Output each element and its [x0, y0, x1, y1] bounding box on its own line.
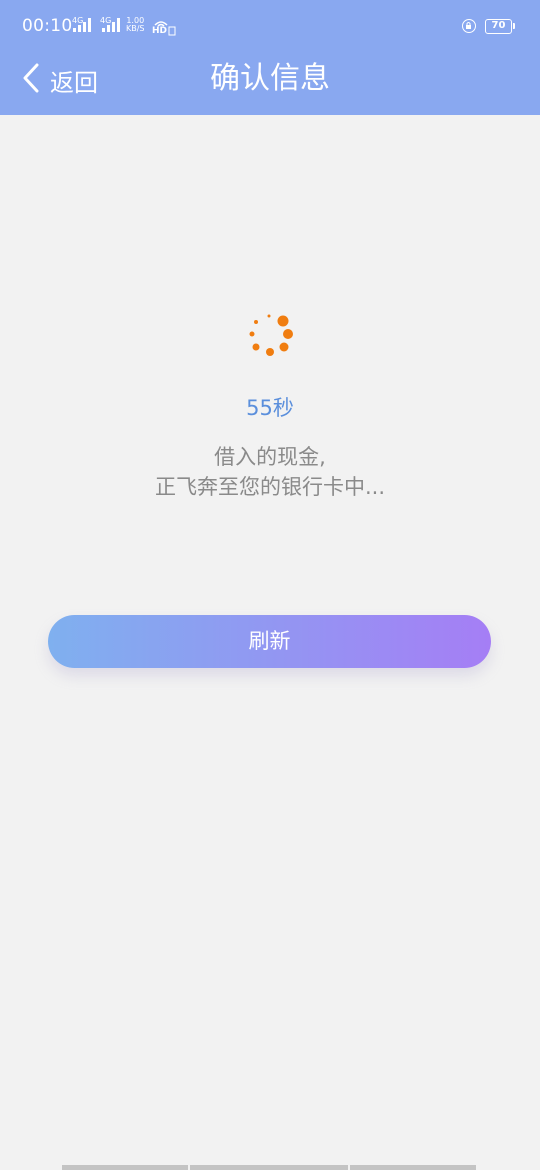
status-time: 00:10: [22, 16, 73, 36]
net-speed-unit: KB/S: [126, 24, 145, 33]
hd-label: HD: [152, 26, 168, 36]
signal-strength-icon: [73, 18, 91, 32]
rotation-lock-icon: [462, 19, 476, 33]
bottom-handle-bar: [62, 1165, 478, 1170]
back-label: 返回: [50, 68, 98, 97]
header-bar: 00:10 4G 4G 1.00 KB/S HD 70 返回 确认信息: [0, 0, 540, 115]
net-speed-indicator: 1.00 KB/S: [126, 17, 145, 33]
countdown-text: 55秒: [246, 396, 294, 420]
loading-spinner-icon: [246, 312, 294, 360]
signal-strength-icon: [102, 18, 120, 32]
status-bar: 00:10 4G 4G 1.00 KB/S HD 70: [0, 0, 540, 56]
chevron-left-icon: [22, 63, 40, 97]
refresh-button[interactable]: 刷新: [48, 615, 491, 668]
status-message-line1: 借入的现金,: [214, 445, 326, 469]
status-message-line2: 正飞奔至您的银行卡中...: [154, 475, 386, 499]
battery-icon: 70: [485, 19, 515, 34]
back-button[interactable]: 返回: [22, 60, 98, 100]
status-message: 借入的现金, 正飞奔至您的银行卡中...: [0, 442, 540, 502]
